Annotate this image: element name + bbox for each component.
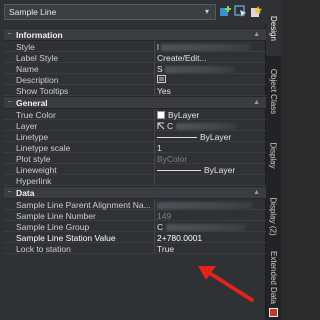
property-label: Lock to station — [16, 244, 71, 254]
property-label: Sample Line Station Value — [16, 233, 116, 243]
section-title: General — [16, 98, 48, 108]
property-label: Name — [16, 64, 39, 74]
linetype-preview — [157, 137, 197, 139]
property-row-name[interactable]: Name S — [4, 63, 266, 74]
property-row-station-value[interactable]: Sample Line Station Value 2+780.0001 — [4, 232, 266, 243]
property-row-lineweight[interactable]: Lineweight ByLayer — [4, 164, 266, 175]
side-tab-strip: Design Object Class Display Display (2) … — [266, 0, 281, 320]
properties-palette: Sample Line ▾ − Information ▲ Style l La… — [0, 0, 266, 320]
property-row-hyperlink[interactable]: Hyperlink — [4, 175, 266, 186]
chevron-up-icon[interactable]: ▲ — [253, 99, 260, 106]
object-type-dropdown[interactable]: Sample Line ▾ — [4, 4, 216, 20]
property-label: Plot style — [16, 154, 51, 164]
property-value[interactable]: Yes — [157, 86, 171, 96]
property-label: Sample Line Number — [16, 211, 96, 221]
section-title: Information — [16, 30, 63, 40]
section-data[interactable]: − Data ▲ — [4, 186, 266, 199]
color-swatch-icon — [157, 111, 165, 119]
annotation-arrow-icon — [198, 266, 254, 302]
property-value[interactable]: S — [157, 64, 236, 74]
property-value[interactable]: C — [157, 222, 246, 232]
property-label: Linetype — [16, 132, 49, 142]
property-label: Hyperlink — [16, 176, 52, 186]
layer-icon — [157, 122, 165, 130]
collapse-icon[interactable]: − — [6, 189, 13, 196]
property-label: Description — [16, 75, 59, 85]
section-information[interactable]: − Information ▲ — [4, 28, 266, 41]
property-value: ByColor — [157, 154, 188, 164]
tab-extended-data[interactable]: Extended Data — [266, 248, 281, 306]
tab-design[interactable]: Design — [266, 0, 281, 56]
chevron-up-icon[interactable]: ▲ — [253, 31, 260, 38]
property-label: Layer — [16, 121, 38, 131]
property-label: True Color — [16, 110, 56, 120]
property-row-sample-line-group[interactable]: Sample Line Group C — [4, 221, 266, 232]
property-value[interactable]: ByLayer — [157, 165, 235, 175]
property-row-description[interactable]: Description — [4, 74, 266, 85]
select-objects-icon[interactable] — [234, 5, 248, 19]
property-row-true-color[interactable]: True Color ByLayer — [4, 109, 266, 120]
object-type-value: Sample Line — [9, 7, 57, 17]
property-label: Show Tooltips — [16, 86, 69, 96]
property-value[interactable]: C — [157, 121, 236, 131]
property-value[interactable]: True — [157, 244, 174, 254]
property-value[interactable]: ByLayer — [157, 132, 231, 142]
property-label: Style — [16, 42, 35, 52]
property-row-linetype-scale[interactable]: Linetype scale 1 — [4, 142, 266, 153]
section-title: Data — [16, 188, 35, 198]
property-value[interactable]: ByLayer — [157, 110, 199, 120]
add-to-selection-icon[interactable] — [219, 5, 233, 19]
collapse-icon[interactable]: − — [6, 99, 13, 106]
property-grid: − Information ▲ Style l Label Style Crea… — [4, 28, 266, 254]
property-row-sample-line-number[interactable]: Sample Line Number 149 — [4, 210, 266, 221]
property-label: Lineweight — [16, 165, 57, 175]
property-row-label-style[interactable]: Label Style Create/Edit... — [4, 52, 266, 63]
description-edit-icon[interactable] — [157, 75, 166, 85]
tab-display[interactable]: Display — [266, 126, 281, 184]
property-row-parent-alignment[interactable]: Sample Line Parent Alignment Na... — [4, 199, 266, 210]
property-row-style[interactable]: Style l — [4, 41, 266, 52]
property-row-show-tooltips[interactable]: Show Tooltips Yes — [4, 85, 266, 96]
section-general[interactable]: − General ▲ — [4, 96, 266, 109]
property-row-plot-style[interactable]: Plot style ByColor — [4, 153, 266, 164]
property-row-lock-to-station[interactable]: Lock to station True — [4, 243, 266, 254]
tab-display-2[interactable]: Display (2) — [266, 188, 281, 244]
property-label: Sample Line Parent Alignment Na... — [16, 200, 151, 210]
close-palette-icon[interactable] — [269, 308, 278, 317]
chevron-up-icon[interactable]: ▲ — [253, 189, 260, 196]
property-label: Linetype scale — [16, 143, 71, 153]
collapse-icon[interactable]: − — [6, 31, 13, 38]
property-label: Label Style — [16, 53, 59, 63]
property-value: 149 — [157, 211, 172, 221]
property-value[interactable]: Create/Edit... — [157, 53, 207, 63]
property-value[interactable]: 1 — [157, 143, 162, 153]
tab-object-class[interactable]: Object Class — [266, 60, 281, 122]
property-value[interactable]: 2+780.0001 — [157, 233, 202, 243]
property-value[interactable] — [157, 200, 252, 210]
chevron-down-icon[interactable]: ▾ — [202, 6, 212, 18]
property-label: Sample Line Group — [16, 222, 90, 232]
quick-select-icon[interactable] — [249, 5, 263, 19]
lineweight-preview — [157, 170, 201, 172]
property-value[interactable]: l — [157, 42, 252, 52]
property-row-layer[interactable]: Layer C — [4, 120, 266, 131]
property-row-linetype[interactable]: Linetype ByLayer — [4, 131, 266, 142]
properties-toolbar: Sample Line ▾ — [0, 0, 266, 24]
